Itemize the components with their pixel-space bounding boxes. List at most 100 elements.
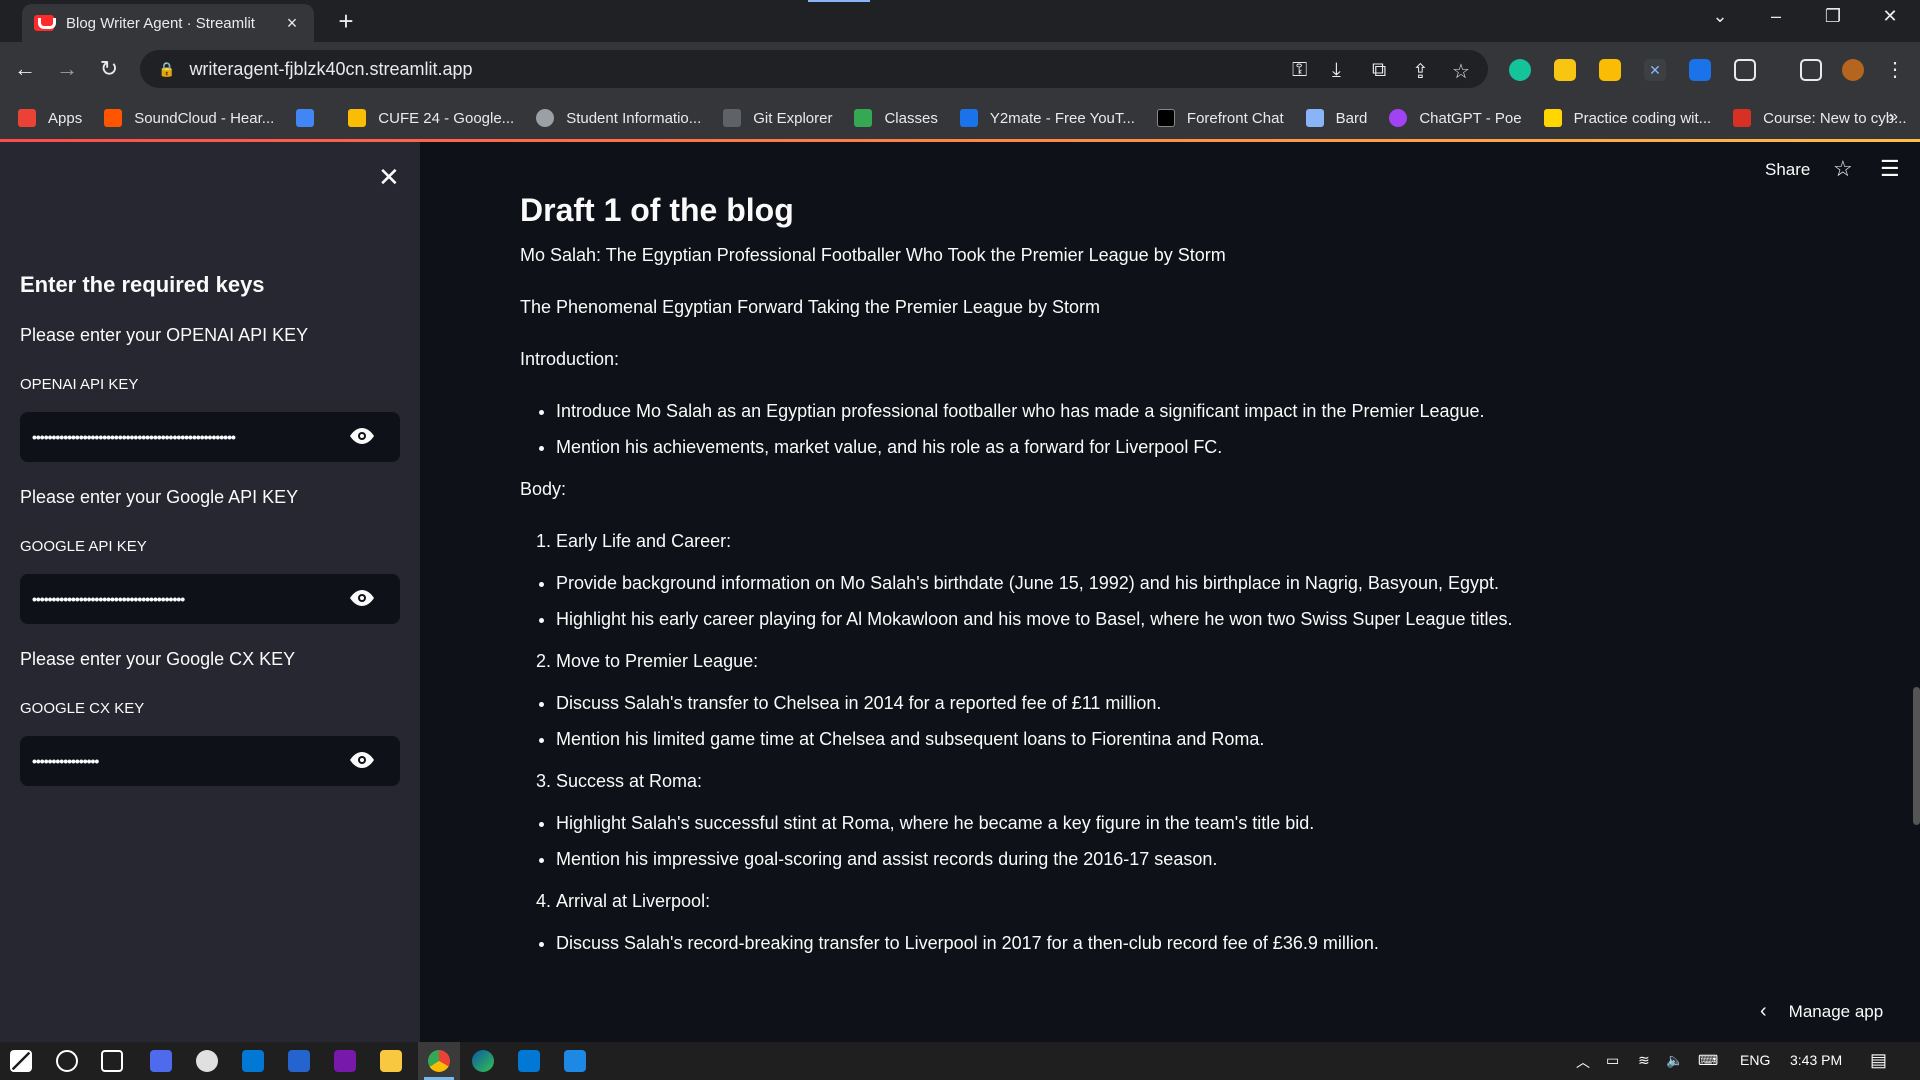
clock[interactable]: 3:43 PM [1790, 1052, 1842, 1068]
bookmark-course[interactable]: Course: New to cyb... [1733, 109, 1907, 127]
streamlit-favicon-icon [34, 15, 56, 31]
bookmark-apps[interactable]: Apps [18, 109, 82, 127]
reload-icon[interactable]: ↻ [94, 56, 124, 82]
bookmark-label: Apps [48, 109, 83, 127]
show-password-eye-icon[interactable] [350, 751, 374, 769]
grammarly-icon[interactable] [1509, 59, 1531, 81]
app-window-icon[interactable] [564, 1050, 586, 1072]
app-circle-icon[interactable] [196, 1050, 218, 1072]
bookmark-label: Classes [884, 109, 938, 127]
blog-subtitle: The Phenomenal Egyptian Forward Taking t… [520, 297, 1100, 317]
globe-icon [536, 109, 555, 127]
outlook-icon[interactable] [242, 1050, 264, 1072]
tab-search-icon[interactable]: ⌄ [1700, 6, 1740, 27]
browser-toolbar: ← → ↻ 🔒 writeragent-fjblzk40cn.streamlit… [0, 42, 1920, 96]
forward-icon[interactable]: → [52, 56, 82, 82]
cx-prompt: Please enter your Google CX KEY [20, 649, 296, 669]
volume-icon[interactable]: 🔈 [1666, 1052, 1683, 1069]
bookmark-bard[interactable]: Bard [1305, 109, 1367, 127]
list-item: Introduce Mo Salah as an Egyptian profes… [556, 401, 1820, 421]
side-panel-icon[interactable] [1800, 59, 1822, 81]
manage-app-button[interactable]: ‹ Manage app [1760, 1000, 1883, 1023]
scrollbar[interactable] [1913, 687, 1920, 825]
list-item: Provide background information on Mo Sal… [556, 573, 1820, 593]
share-button[interactable]: Share [1765, 160, 1810, 180]
share-page-icon[interactable]: ⇪ [1412, 59, 1429, 84]
profile-avatar[interactable] [1842, 59, 1864, 81]
todo-icon[interactable] [288, 1050, 310, 1072]
tab-close-icon[interactable]: × [282, 13, 302, 34]
battery-icon[interactable]: ▭ [1606, 1052, 1619, 1069]
bard-sparkle-icon [1305, 109, 1324, 127]
translate-icon[interactable]: ⧉ [1372, 59, 1386, 82]
bookmark-git-explorer[interactable]: Git Explorer [723, 109, 832, 127]
cx-key-value: ••••••••••••••••• [32, 753, 99, 769]
bookmark-soundcloud[interactable]: SoundCloud - Hear... [104, 109, 274, 127]
edge-icon[interactable] [472, 1050, 494, 1072]
section-introduction: Introduction: [520, 349, 620, 369]
bookmark-classes[interactable]: Classes [854, 109, 938, 127]
extension-x-icon[interactable]: ✕ [1644, 59, 1666, 81]
apps-grid-icon [18, 109, 36, 127]
classroom-icon [854, 109, 873, 127]
show-password-eye-icon[interactable] [350, 589, 374, 607]
section-4-heading: Arrival at Liverpool: [520, 891, 1820, 911]
close-window-button[interactable]: ✕ [1870, 6, 1910, 27]
back-icon[interactable]: ← [10, 56, 40, 82]
chevron-left-icon: ‹ [1760, 1000, 1767, 1022]
git-icon [723, 109, 742, 127]
section-2-list: Discuss Salah's transfer to Chelsea in 2… [520, 693, 1820, 749]
notifications-icon[interactable]: ▤ [1870, 1050, 1887, 1071]
list-item: Mention his achievements, market value, … [556, 437, 1820, 457]
show-hidden-icons[interactable]: ︿ [1576, 1052, 1590, 1072]
windows-start-icon[interactable] [10, 1050, 32, 1072]
task-view-icon[interactable] [101, 1050, 123, 1072]
openai-key-input[interactable]: ••••••••••••••••••••••••••••••••••••••••… [20, 412, 400, 462]
vscode-icon[interactable] [518, 1050, 540, 1072]
cx-key-label: GOOGLE CX KEY [20, 700, 145, 717]
bookmark-forefront[interactable]: Forefront Chat [1156, 109, 1284, 127]
file-explorer-icon[interactable] [380, 1050, 402, 1072]
bookmark-y2mate[interactable]: Y2mate - Free YouT... [959, 109, 1135, 127]
google-key-input[interactable]: ••••••••••••••••••••••••••••••••••••••• [20, 574, 400, 624]
extension-blue-icon[interactable] [1689, 59, 1711, 81]
bookmark-translate[interactable] [296, 109, 326, 127]
more-bookmarks-icon[interactable]: » [1889, 108, 1898, 126]
key-icon[interactable]: ⚿ [1292, 59, 1307, 82]
openai-key-value: ••••••••••••••••••••••••••••••••••••••••… [32, 429, 236, 445]
bookmark-cufe[interactable]: CUFE 24 - Google... [348, 109, 514, 127]
language-indicator[interactable]: ENG [1740, 1052, 1770, 1068]
search-icon[interactable] [56, 1050, 78, 1072]
restore-button[interactable]: ❐ [1813, 6, 1853, 27]
minimize-button[interactable]: – [1756, 6, 1796, 27]
extension-yellow-icon[interactable] [1554, 59, 1576, 81]
bookmark-star-icon[interactable]: ☆ [1452, 59, 1470, 84]
chrome-icon[interactable] [428, 1050, 450, 1072]
teams-icon[interactable] [150, 1050, 172, 1072]
cx-key-input[interactable]: ••••••••••••••••• [20, 736, 400, 786]
new-tab-button[interactable]: + [332, 8, 360, 36]
tab-blog-writer[interactable]: Blog Writer Agent · Streamlit × [22, 4, 314, 42]
bookmark-student[interactable]: Student Informatio... [536, 109, 701, 127]
openai-key-label: OPENAI API KEY [20, 376, 139, 393]
wifi-icon[interactable]: ≋ [1638, 1052, 1650, 1069]
google-prompt: Please enter your Google API KEY [20, 487, 299, 507]
bookmark-label: Course: New to cyb... [1763, 109, 1907, 127]
close-sidebar-icon[interactable]: ✕ [378, 162, 400, 193]
extensions-puzzle-icon[interactable] [1734, 59, 1756, 81]
onenote-icon[interactable] [334, 1050, 356, 1072]
list-item: Mention his impressive goal-scoring and … [556, 849, 1820, 869]
address-bar[interactable]: 🔒 writeragent-fjblzk40cn.streamlit.app ⚿… [140, 50, 1488, 88]
main-menu-icon[interactable]: ☰ [1880, 156, 1900, 182]
section-1-list: Provide background information on Mo Sal… [520, 573, 1820, 629]
show-password-eye-icon[interactable] [350, 427, 374, 445]
keyboard-icon[interactable]: ⌨ [1698, 1052, 1718, 1069]
browser-menu-icon[interactable]: ⋮ [1884, 59, 1906, 81]
star-icon[interactable]: ☆ [1833, 156, 1853, 182]
bookmark-poe[interactable]: ChatGPT - Poe [1389, 109, 1522, 127]
google-key-label: GOOGLE API KEY [20, 538, 147, 555]
bookmark-label: SoundCloud - Hear... [134, 109, 275, 127]
extension-orange-icon[interactable] [1599, 59, 1621, 81]
install-icon[interactable]: ⤓ [1332, 59, 1341, 82]
bookmark-practice-coding[interactable]: Practice coding wit... [1543, 109, 1711, 127]
